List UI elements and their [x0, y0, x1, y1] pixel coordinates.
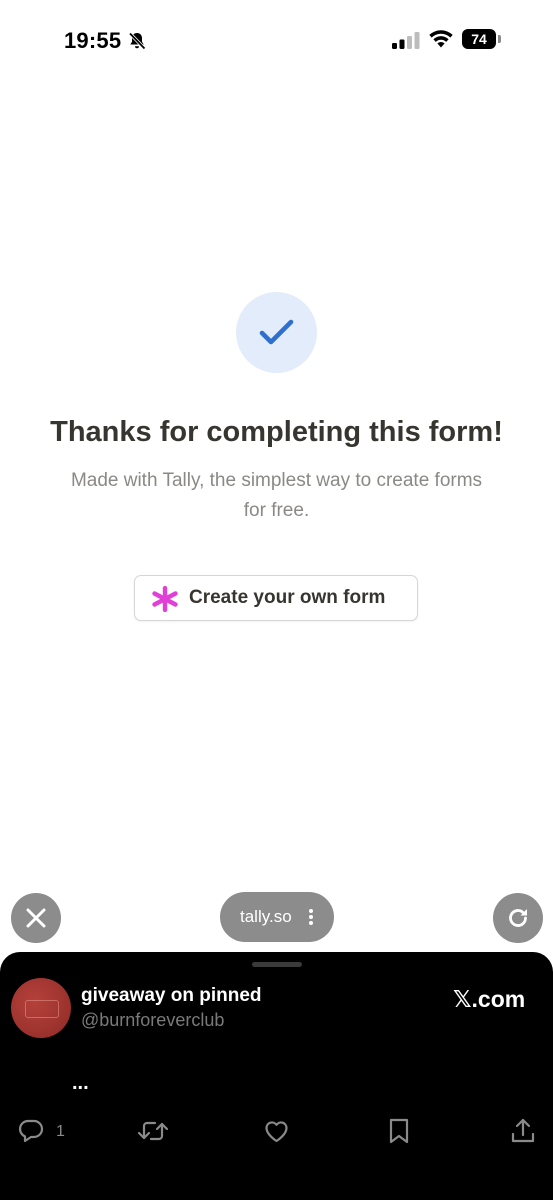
close-icon [26, 908, 46, 928]
status-bar: 19:55 74 [0, 0, 553, 80]
reload-icon [509, 909, 527, 927]
sheet-grabber[interactable] [252, 962, 302, 967]
checkmark-icon [259, 319, 294, 345]
bell-slash-icon [128, 32, 146, 50]
reply-icon [18, 1119, 44, 1143]
like-icon [265, 1121, 288, 1143]
tweet-author-name[interactable]: giveaway on pinned [81, 985, 262, 1007]
tweet-actions: 1 [0, 1117, 553, 1153]
avatar[interactable] [11, 978, 71, 1038]
tweet-sheet: giveaway on pinned @burnforeverclub 𝕏.co… [0, 952, 553, 1200]
bookmark-icon [389, 1118, 409, 1144]
page-title: Thanks for completing this form! [50, 416, 503, 448]
avatar-logo-mark [25, 1000, 59, 1018]
share-icon [511, 1118, 535, 1143]
retweet-button[interactable] [137, 1117, 169, 1145]
success-check-badge [236, 292, 317, 373]
tweet-body: ... [72, 1072, 89, 1094]
url-pill[interactable]: tally.so [220, 892, 334, 942]
reply-count: 1 [56, 1123, 65, 1140]
reload-button[interactable] [493, 893, 543, 943]
signal-icon [392, 32, 420, 49]
more-vertical-icon[interactable] [308, 908, 314, 926]
create-form-button[interactable]: Create your own form [134, 575, 418, 621]
share-button[interactable] [510, 1117, 536, 1145]
tally-description: Made with Tally, the simplest way to cre… [70, 470, 483, 521]
wifi-icon [429, 30, 453, 48]
source-label[interactable]: 𝕏.com [453, 986, 525, 1013]
tweet-author-handle[interactable]: @burnforeverclub [81, 1010, 224, 1031]
create-form-label: Create your own form [189, 587, 386, 608]
status-time: 19:55 [64, 28, 122, 53]
reply-button[interactable] [17, 1117, 45, 1145]
battery-icon: 74 [462, 29, 502, 51]
url-text: tally.so [240, 907, 292, 926]
close-button[interactable] [11, 893, 61, 943]
asterisk-icon [152, 586, 178, 612]
retweet-icon [137, 1121, 169, 1141]
battery-level: 74 [462, 29, 496, 49]
like-button[interactable] [262, 1117, 291, 1145]
bookmark-button[interactable] [387, 1117, 411, 1145]
